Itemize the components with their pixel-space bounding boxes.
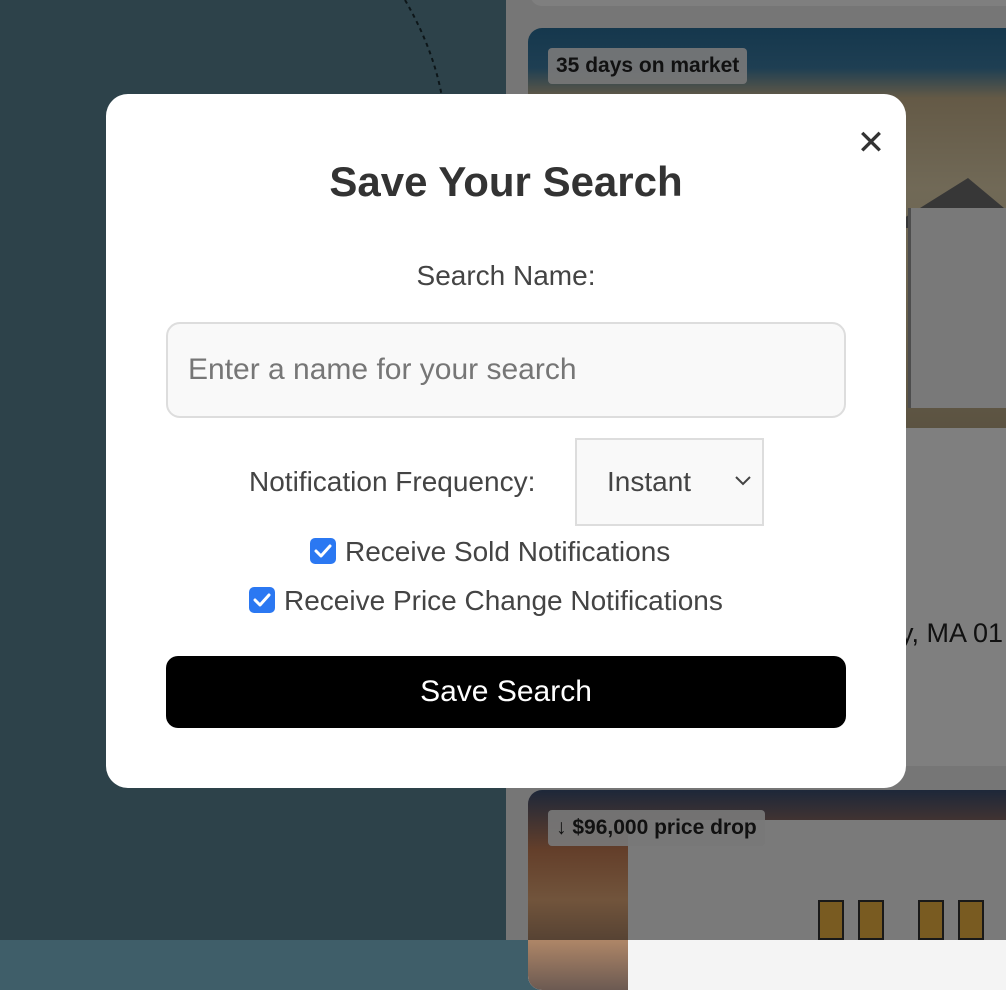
frequency-selected-value: Instant [607, 466, 692, 497]
chevron-down-icon [735, 476, 751, 486]
close-icon: ✕ [856, 124, 886, 162]
close-button[interactable]: ✕ [856, 124, 886, 162]
search-name-input[interactable] [166, 322, 846, 418]
notification-frequency-row: Notification Frequency: Instant [106, 438, 906, 528]
sold-notifications-label[interactable]: Receive Sold Notifications [345, 536, 670, 568]
checkmark-icon [253, 593, 271, 607]
modal-title: Save Your Search [329, 158, 683, 205]
price-change-notifications-checkbox[interactable] [249, 587, 275, 613]
search-name-label: Search Name: [416, 260, 596, 291]
notification-frequency-select[interactable]: Instant [575, 438, 764, 526]
sold-notifications-checkbox[interactable] [310, 538, 336, 564]
notification-frequency-label: Notification Frequency: [249, 466, 536, 497]
save-search-button[interactable]: Save Search [166, 656, 846, 728]
checkmark-icon [314, 544, 332, 558]
save-search-modal: ✕ Save Your Search Search Name: Notifica… [106, 94, 906, 788]
price-change-notifications-label[interactable]: Receive Price Change Notifications [284, 585, 723, 617]
